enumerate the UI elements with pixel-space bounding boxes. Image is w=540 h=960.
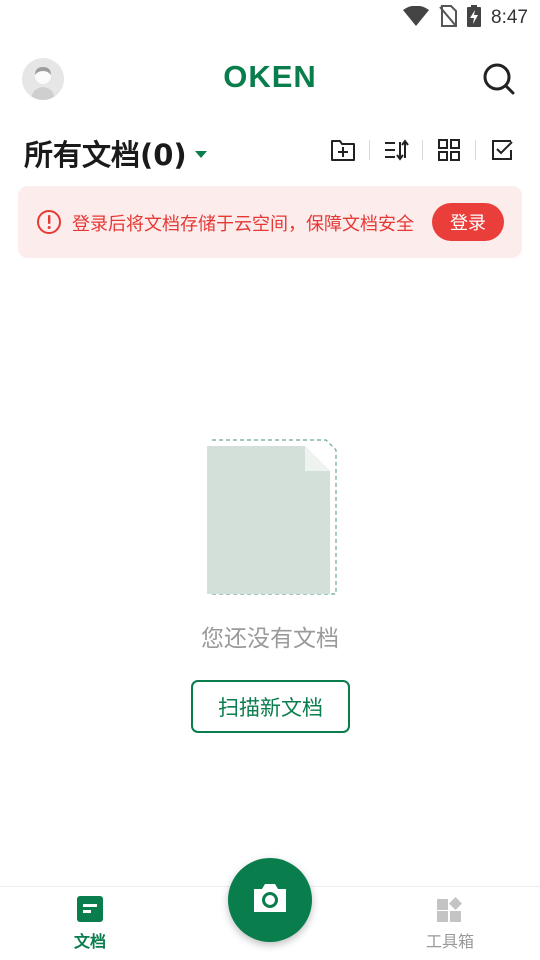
toolbar-divider [475,140,476,160]
search-icon[interactable] [482,62,516,96]
status-time: 8:47 [491,7,528,28]
toolbar-divider [422,140,423,160]
nav-documents-label: 文档 [73,932,106,951]
toolbox-icon [436,895,464,923]
empty-state-message: 您还没有文档 [201,626,339,652]
wifi-icon [403,5,430,30]
banner-message: 登录后将文档存储于云空间，保障文档安全 [72,214,414,235]
folder-selector[interactable]: 所有文档(0) [24,132,207,174]
sort-icon[interactable] [382,136,410,164]
status-bar: 8:47 [0,0,540,36]
app-header: OKEN [0,50,540,108]
nav-toolbox[interactable]: 工具箱 [410,895,490,952]
documents-title-row: 所有文档(0) [0,128,540,174]
no-sim-icon [439,5,458,31]
scan-new-document-button[interactable]: 扫描新文档 [191,680,350,733]
app-logo: OKEN [223,59,317,94]
documents-toolbar [329,136,516,164]
toolbar-divider [369,140,370,160]
grid-view-icon[interactable] [435,136,463,164]
nav-documents[interactable]: 文档 [50,895,130,952]
nav-toolbox-label: 工具箱 [425,932,474,951]
document-icon [76,895,104,923]
empty-document-illustration [205,438,339,598]
alert-icon [36,209,62,235]
camera-icon [251,882,289,918]
select-icon[interactable] [488,136,516,164]
login-reminder-banner: 登录后将文档存储于云空间，保障文档安全 登录 [18,186,522,258]
dropdown-caret-icon [194,150,207,158]
camera-button[interactable] [228,858,312,942]
page-title: 所有文档(0) [24,138,187,172]
battery-charging-icon [467,5,482,31]
login-button[interactable]: 登录 [432,203,504,241]
new-folder-icon[interactable] [329,136,357,164]
